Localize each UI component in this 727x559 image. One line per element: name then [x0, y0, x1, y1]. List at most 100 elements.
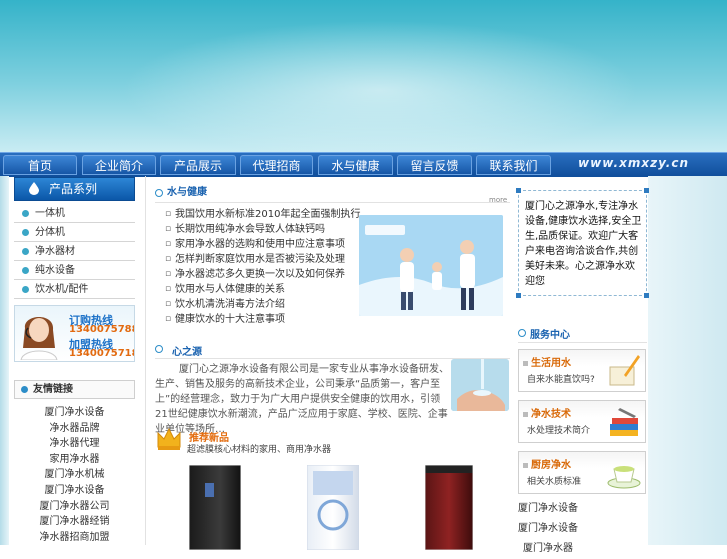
- category-item[interactable]: 纯水设备: [14, 262, 135, 280]
- news-item[interactable]: 家用净水器的选购和使用中应注意事项: [165, 237, 365, 252]
- friend-link[interactable]: 净水器品牌: [14, 421, 135, 437]
- notice-text: 厦门心之源净水,专注净水设备,健康饮水选择,安全卫生,品质保证。欢迎广大客户来电…: [525, 201, 642, 287]
- service-center-title: 服务中心: [530, 330, 570, 341]
- purifier-white-icon: [306, 464, 360, 551]
- service-card-title: 生活用水: [523, 354, 571, 369]
- news-item[interactable]: 长期饮用纯净水会导致人体缺钙吗: [165, 222, 365, 237]
- circle-icon: [518, 329, 526, 337]
- news-item[interactable]: 饮水机清洗消毒方法介绍: [165, 297, 365, 312]
- site-url: www.xmxzy.cn: [578, 156, 689, 170]
- right-link[interactable]: 厦门净水设备: [518, 519, 578, 539]
- water-health-title: 水与健康: [167, 187, 207, 198]
- category-title: 产品系列: [49, 182, 98, 196]
- category-item[interactable]: 一体机: [14, 205, 135, 223]
- product-image[interactable]: [306, 464, 360, 551]
- right-decoration: [648, 176, 727, 545]
- water-hand-illustration: [451, 359, 509, 411]
- bullet-icon: [22, 210, 29, 217]
- sidebar: 产品系列 一体机 分体机 净水器材 纯水设备 饮水机/配件 订购热线 13400…: [14, 177, 135, 545]
- category-item[interactable]: 净水器材: [14, 243, 135, 261]
- news-item[interactable]: 我国饮用水新标准2010年起全面强制执行: [165, 207, 365, 222]
- purifier-black-icon: [188, 464, 242, 551]
- category-label: 一体机: [35, 208, 65, 219]
- nav-water-health[interactable]: 水与健康: [318, 155, 393, 175]
- friend-link[interactable]: 厦门净水设备: [14, 483, 135, 499]
- header-banner: [0, 0, 727, 152]
- category-label: 纯水设备: [35, 265, 75, 276]
- intro-text: 厦门心之源净水设备有限公司是一家专业从事净水设备研发、生产、销售及服务的高新技术…: [155, 364, 449, 435]
- circle-icon: [155, 345, 163, 353]
- circle-icon: [155, 189, 163, 197]
- divider: [518, 342, 647, 343]
- category-header: 产品系列: [14, 177, 135, 201]
- notice-box: 厦门心之源净水,专注净水设备,健康饮水选择,安全卫生,品质保证。欢迎广大客户来电…: [516, 188, 649, 298]
- order-hotline-number: 13400757887: [69, 324, 134, 335]
- friend-link[interactable]: 净水器代理: [14, 436, 135, 452]
- news-list: 我国饮用水新标准2010年起全面强制执行 长期饮用纯净水会导致人体缺钙吗 家用净…: [165, 207, 365, 327]
- product-image[interactable]: [424, 464, 474, 551]
- bullet-icon: [22, 229, 29, 236]
- service-card-desc: 自来水能直饮吗?: [527, 375, 595, 385]
- left-decoration: [0, 176, 9, 545]
- main-content: 水与健康 more 我国饮用水新标准2010年起全面强制执行 长期饮用纯净水会导…: [155, 185, 510, 551]
- main-nav: 首页 企业简介 产品展示 代理招商 水与健康 留言反馈 联系我们 www.xmx…: [0, 152, 727, 177]
- friend-link[interactable]: 厦门净水设备: [14, 405, 135, 421]
- service-card-desc: 水处理技术简介: [527, 426, 591, 436]
- family-illustration: [359, 215, 503, 316]
- right-link[interactable]: 厦门净水器: [518, 539, 578, 559]
- water-drop-icon: [29, 182, 39, 195]
- right-link[interactable]: 厦门净水设备: [518, 499, 578, 519]
- family-photo: [359, 215, 503, 316]
- news-item[interactable]: 怎样判断家庭饮用水是否被污染及处理: [165, 252, 365, 267]
- bullet-icon: [22, 248, 29, 255]
- bullet-icon: [22, 267, 29, 274]
- books-icon: [610, 408, 638, 436]
- friend-link[interactable]: 净水器招商加盟: [14, 530, 135, 546]
- bullet-icon: [21, 386, 28, 393]
- friend-link[interactable]: 厦门净水器公司: [14, 499, 135, 515]
- friend-links-header: 友情链接: [14, 380, 135, 399]
- nav-home[interactable]: 首页: [3, 155, 77, 175]
- news-item[interactable]: 健康饮水的十大注意事项: [165, 312, 365, 327]
- service-card-tech[interactable]: 净水技术 水处理技术简介: [518, 400, 646, 443]
- paper-quill-icon: [609, 355, 640, 386]
- nav-agency[interactable]: 代理招商: [240, 155, 313, 175]
- category-label: 净水器材: [35, 246, 75, 257]
- news-item[interactable]: 净水器滤芯多久更换一次以及如何保养: [165, 267, 365, 282]
- new-products-subtitle: 超滤膜核心材料的家用、商用净水器: [187, 445, 332, 455]
- divider: [155, 202, 510, 203]
- service-card-water[interactable]: 生活用水 自来水能直饮吗?: [518, 349, 646, 392]
- service-center-header: 服务中心: [518, 325, 647, 341]
- service-girl-icon: [20, 317, 58, 360]
- nav-contact[interactable]: 联系我们: [476, 155, 551, 175]
- water-hand-photo: [451, 359, 509, 411]
- hotline-banner[interactable]: 订购热线 13400757887 加盟热线 13400757187: [14, 305, 135, 362]
- category-item[interactable]: 分体机: [14, 224, 135, 242]
- category-item[interactable]: 饮水机/配件: [14, 281, 135, 299]
- friend-link[interactable]: 家用净水器: [14, 452, 135, 468]
- service-card-desc: 相关水质标准: [527, 477, 582, 487]
- category-list: 一体机 分体机 净水器材 纯水设备 饮水机/配件: [14, 205, 135, 299]
- corner-icon: [516, 293, 521, 298]
- friend-link[interactable]: 厦门净水机械: [14, 467, 135, 483]
- product-gallery: [155, 464, 510, 551]
- water-health-header: 水与健康: [155, 185, 510, 201]
- service-card-title: 净水技术: [523, 405, 571, 420]
- friend-links: 厦门净水设备 净水器品牌 净水器代理 家用净水器 厦门净水机械 厦门净水设备 厦…: [14, 405, 135, 545]
- nav-feedback[interactable]: 留言反馈: [397, 155, 472, 175]
- teacup-icon: [607, 466, 641, 489]
- join-hotline-number: 13400757187: [69, 348, 134, 359]
- corner-icon: [516, 188, 521, 193]
- category-label: 分体机: [35, 227, 65, 238]
- friend-link[interactable]: 厦门净水器经销: [14, 514, 135, 530]
- news-item[interactable]: 饮用水与人体健康的关系: [165, 282, 365, 297]
- nav-about[interactable]: 企业简介: [82, 155, 156, 175]
- friend-links-title: 友情链接: [33, 384, 73, 395]
- service-card-title: 厨房净水: [523, 456, 571, 471]
- bullet-icon: [22, 286, 29, 293]
- nav-products[interactable]: 产品展示: [160, 155, 236, 175]
- service-card-kitchen[interactable]: 厨房净水 相关水质标准: [518, 451, 646, 494]
- right-links: 厦门净水设备 厦门净水设备 厦门净水器: [518, 499, 578, 559]
- product-image[interactable]: [188, 464, 242, 551]
- banner-glow: [120, 20, 640, 152]
